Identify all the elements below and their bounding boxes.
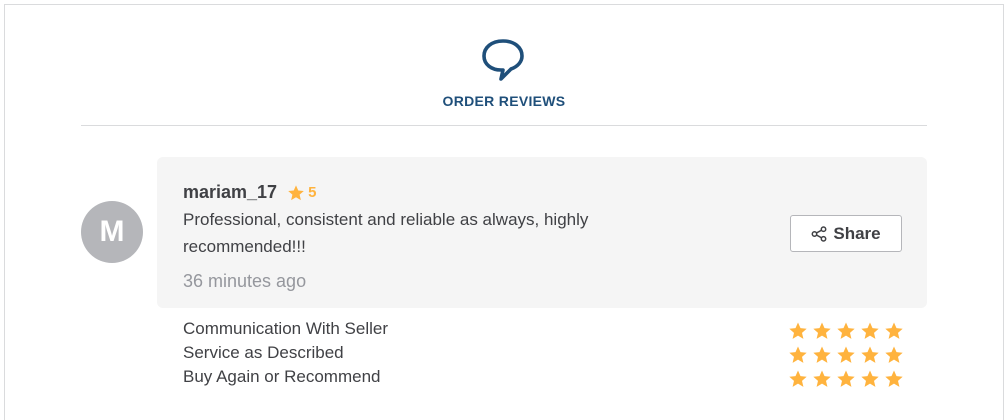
star-icon xyxy=(789,370,807,387)
review-card: mariam_17 5 Professional, consistent and… xyxy=(157,157,927,308)
rating-value: 5 xyxy=(308,184,317,201)
criteria-stars-row xyxy=(788,369,908,393)
criteria-label-communication: Communication With Seller xyxy=(183,319,389,338)
rating-criteria: Communication With Seller Service as Des… xyxy=(183,317,388,389)
reviews-title: ORDER REVIEWS xyxy=(442,93,566,109)
star-icon xyxy=(885,370,903,387)
share-icon xyxy=(811,225,827,242)
star-icon xyxy=(861,370,879,387)
star-icon xyxy=(813,370,831,387)
star-icon xyxy=(789,322,807,339)
star-icon xyxy=(861,322,879,339)
share-button[interactable]: Share xyxy=(790,215,902,252)
criteria-stars-row xyxy=(788,321,908,345)
share-label: Share xyxy=(833,223,881,243)
reviewer-row: mariam_17 5 xyxy=(183,182,316,203)
star-icon xyxy=(837,370,855,387)
header-divider xyxy=(81,125,927,126)
avatar: M xyxy=(81,201,143,263)
chat-bubble-icon xyxy=(482,39,524,81)
star-icon xyxy=(885,322,903,339)
star-icon xyxy=(789,346,807,363)
reviews-panel: ORDER REVIEWS M mariam_17 5 Professional… xyxy=(4,4,1004,420)
star-icon xyxy=(813,346,831,363)
avatar-initial: M xyxy=(99,215,125,248)
star-icon xyxy=(837,346,855,363)
reviewer-username[interactable]: mariam_17 xyxy=(183,182,277,203)
criteria-stars xyxy=(788,321,908,393)
star-icon xyxy=(288,184,304,200)
star-icon xyxy=(861,346,879,363)
review-text: Professional, consistent and reliable as… xyxy=(183,210,589,256)
criteria-label-recommend: Buy Again or Recommend xyxy=(183,367,381,386)
review-timestamp: 36 minutes ago xyxy=(183,271,307,291)
criteria-stars-row xyxy=(788,345,908,369)
star-icon xyxy=(813,322,831,339)
criteria-label-service: Service as Described xyxy=(183,343,344,362)
star-icon xyxy=(837,322,855,339)
star-icon xyxy=(885,346,903,363)
